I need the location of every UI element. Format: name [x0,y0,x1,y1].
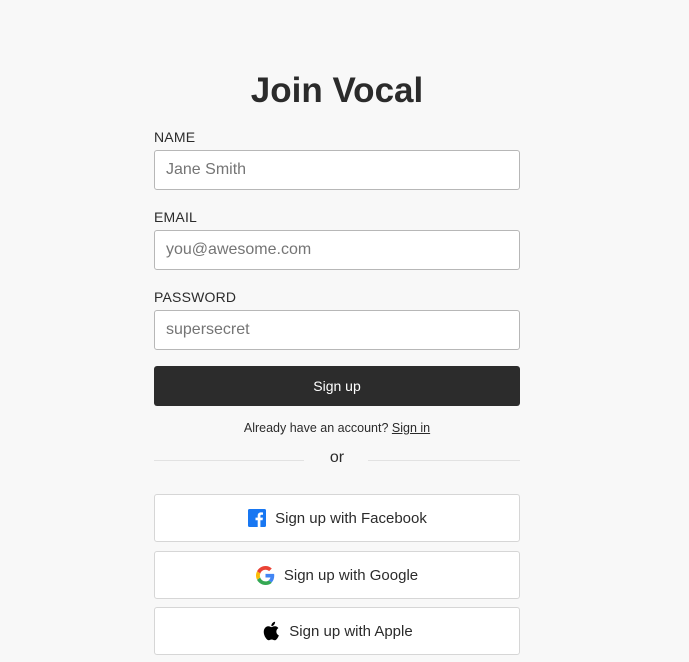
apple-signup-button[interactable]: Sign up with Apple [154,607,520,655]
facebook-signup-button[interactable]: Sign up with Facebook [154,494,520,542]
apple-signup-label: Sign up with Apple [289,622,413,640]
name-input[interactable] [154,150,520,190]
google-signup-button[interactable]: Sign up with Google [154,551,520,599]
sign-up-button[interactable]: Sign up [154,366,520,406]
email-input[interactable] [154,230,520,270]
divider-or-text: or [329,449,345,466]
divider-line-right [368,460,520,461]
page-title: Join Vocal [250,71,424,110]
divider-line-left [154,460,304,461]
password-label: PASSWORD [154,289,237,305]
facebook-icon [247,508,267,528]
signin-prompt-row: Already have an account? Sign in [154,420,520,436]
google-signup-label: Sign up with Google [283,566,419,584]
apple-icon [261,621,281,641]
facebook-signup-label: Sign up with Facebook [275,509,427,527]
google-icon [256,565,276,585]
signin-prompt-text: Already have an account? [243,421,389,435]
password-input[interactable] [154,310,520,350]
name-label: NAME [154,129,196,145]
email-label: EMAIL [154,209,198,225]
sign-in-link[interactable]: Sign in [392,421,430,435]
